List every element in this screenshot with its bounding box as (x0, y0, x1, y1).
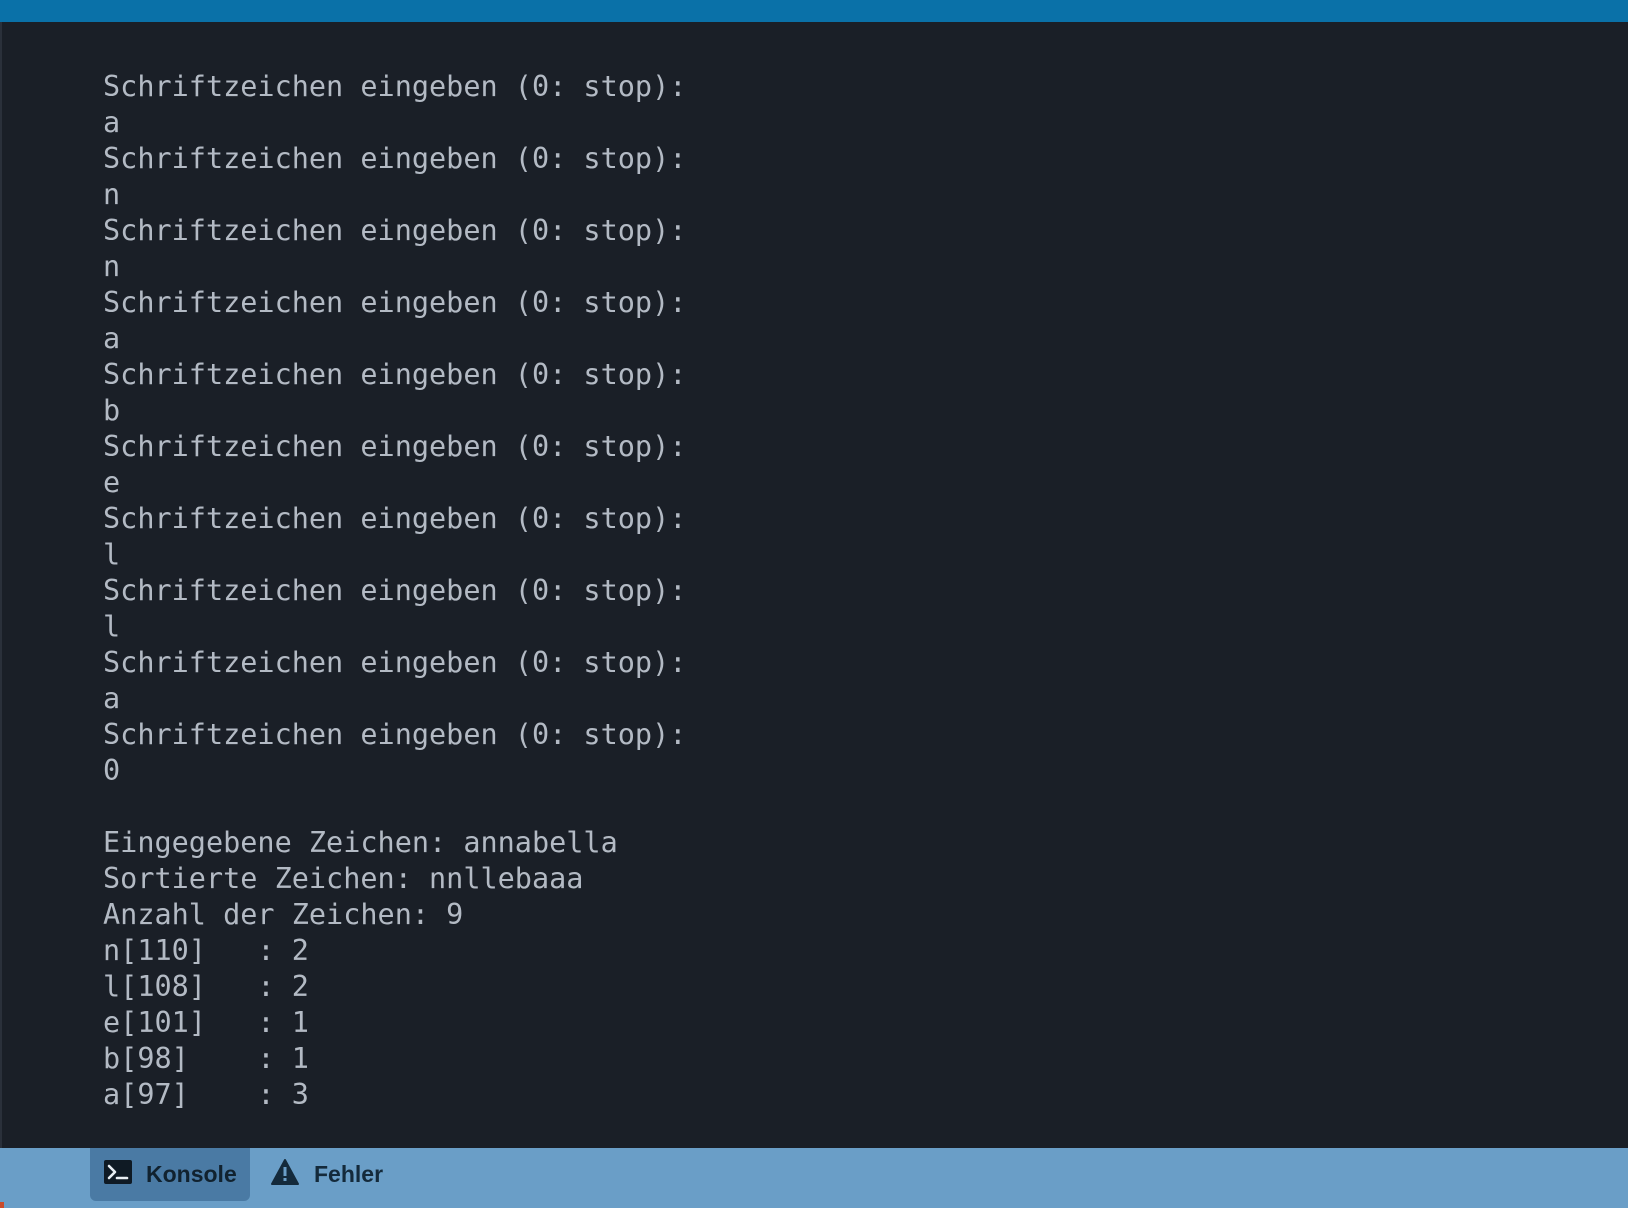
console-line: a (103, 682, 121, 715)
console-line: a (103, 322, 121, 355)
console-line: l (103, 538, 121, 571)
terminal-icon (104, 1159, 132, 1190)
console-line: n (103, 178, 121, 211)
window-corner-accent (0, 1202, 4, 1208)
tab-konsole[interactable]: Konsole (90, 1148, 250, 1201)
bottom-tab-bar: Konsole Fehler (0, 1148, 1628, 1208)
console-line: Schriftzeichen eingeben (0: stop): (103, 574, 687, 607)
console-line: n[110] : 2 (103, 934, 309, 967)
tab-fehler[interactable]: Fehler (268, 1148, 398, 1201)
console-line: e[101] : 1 (103, 1006, 309, 1039)
console-line: Eingegebene Zeichen: annabella (103, 826, 618, 859)
console-lines: Schriftzeichen eingeben (0: stop): a Sch… (103, 69, 686, 1113)
console-line: Schriftzeichen eingeben (0: stop): (103, 70, 687, 103)
console-line: Schriftzeichen eingeben (0: stop): (103, 718, 687, 751)
console-line: a[97] : 3 (103, 1078, 309, 1111)
tab-fehler-label: Fehler (314, 1161, 384, 1187)
tab-konsole-label: Konsole (146, 1161, 237, 1187)
console-line: l[108] : 2 (103, 970, 309, 1003)
console-output[interactable]: Schriftzeichen eingeben (0: stop): a Sch… (0, 22, 1628, 1148)
console-line: Schriftzeichen eingeben (0: stop): (103, 358, 687, 391)
console-line: Schriftzeichen eingeben (0: stop): (103, 502, 687, 535)
top-bar (0, 0, 1628, 22)
console-line: l (103, 610, 121, 643)
console-line: Schriftzeichen eingeben (0: stop): (103, 430, 687, 463)
console-line: a (103, 106, 121, 139)
console-line: b[98] : 1 (103, 1042, 309, 1075)
console-line: e (103, 466, 121, 499)
console-line: Sortierte Zeichen: nnllebaaa (103, 862, 584, 895)
console-line: 0 (103, 754, 121, 787)
console-line: Anzahl der Zeichen: 9 (103, 898, 464, 931)
console-line: Schriftzeichen eingeben (0: stop): (103, 142, 687, 175)
console-line: n (103, 250, 121, 283)
console-line: Schriftzeichen eingeben (0: stop): (103, 646, 687, 679)
ide-window: Schriftzeichen eingeben (0: stop): a Sch… (0, 0, 1628, 1208)
console-line: Schriftzeichen eingeben (0: stop): (103, 286, 687, 319)
console-line: b (103, 394, 121, 427)
console-line: Schriftzeichen eingeben (0: stop): (103, 214, 687, 247)
warning-icon (270, 1158, 300, 1192)
